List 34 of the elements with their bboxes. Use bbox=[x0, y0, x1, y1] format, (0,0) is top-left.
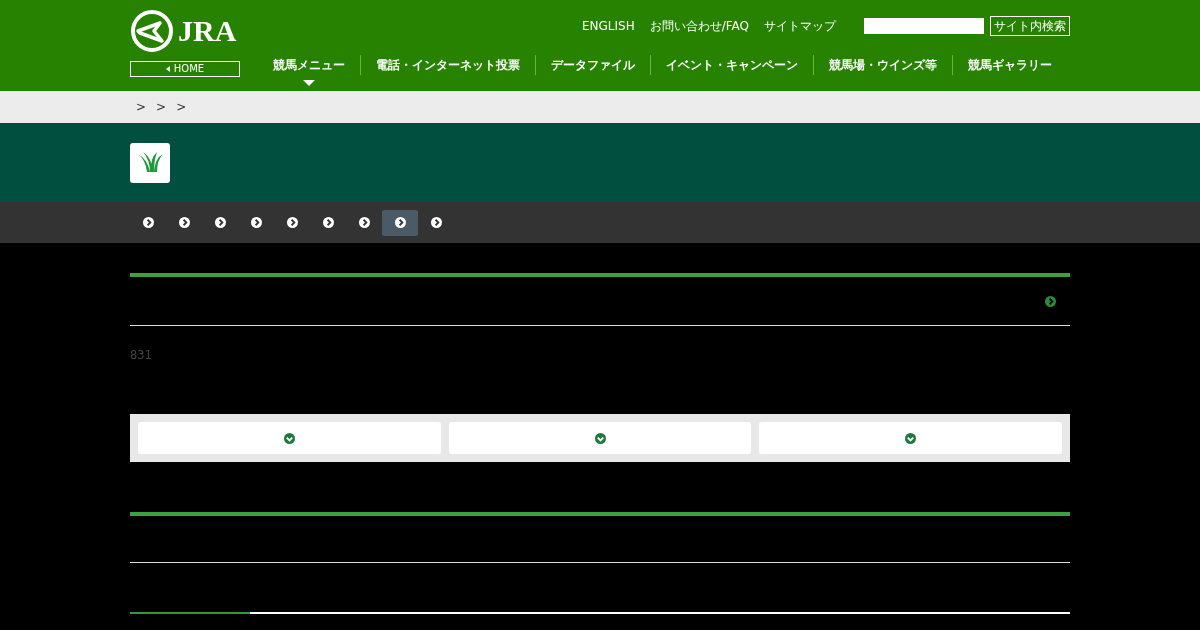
chevron-right-icon bbox=[178, 217, 190, 228]
chevron-down-icon bbox=[594, 432, 606, 444]
breadcrumb-separator: > bbox=[176, 100, 187, 114]
chevron-right-icon[interactable] bbox=[1045, 295, 1056, 307]
chevron-right-icon bbox=[430, 217, 442, 228]
chevron-down-icon bbox=[905, 432, 917, 444]
caret-icon bbox=[165, 66, 170, 72]
search-field[interactable] bbox=[864, 18, 984, 34]
chevron-right-icon bbox=[286, 217, 298, 228]
nav-menu-item[interactable]: 電話・インターネット投票 bbox=[376, 57, 520, 73]
chevron-right-icon bbox=[142, 217, 154, 228]
chevron-right-icon bbox=[214, 217, 226, 228]
nav-menu-item[interactable]: 競馬ギャラリー bbox=[968, 57, 1052, 73]
count-text: 831 bbox=[130, 348, 153, 362]
chevron-right-icon bbox=[322, 217, 334, 228]
utility-link[interactable]: ENGLISH bbox=[581, 19, 635, 33]
sub-nav-tab[interactable] bbox=[382, 209, 418, 236]
turf-icon bbox=[130, 143, 170, 183]
chevron-down-icon bbox=[283, 432, 295, 444]
logo-icon bbox=[130, 9, 174, 53]
home-link[interactable]: HOME bbox=[130, 61, 240, 77]
chevron-right-icon bbox=[250, 217, 262, 228]
breadcrumb-separator: > bbox=[156, 100, 167, 114]
utility-link[interactable]: サイトマップ bbox=[764, 17, 836, 35]
nav-menu-item[interactable]: 競馬場・ウインズ等 bbox=[829, 57, 937, 73]
chevron-right-icon bbox=[394, 217, 406, 228]
breadcrumb-separator: > bbox=[136, 100, 147, 114]
nav-menu-item[interactable]: 競馬メニュー bbox=[273, 57, 345, 73]
logo-text: JRA bbox=[178, 14, 237, 48]
nav-menu-item[interactable]: データファイル bbox=[551, 57, 635, 73]
search-button[interactable]: サイト内検索 bbox=[990, 16, 1070, 36]
nav-menu-item[interactable]: イベント・キャンペーン bbox=[666, 57, 798, 73]
utility-link[interactable]: お問い合わせ/FAQ bbox=[649, 17, 749, 35]
chevron-right-icon bbox=[358, 217, 370, 228]
